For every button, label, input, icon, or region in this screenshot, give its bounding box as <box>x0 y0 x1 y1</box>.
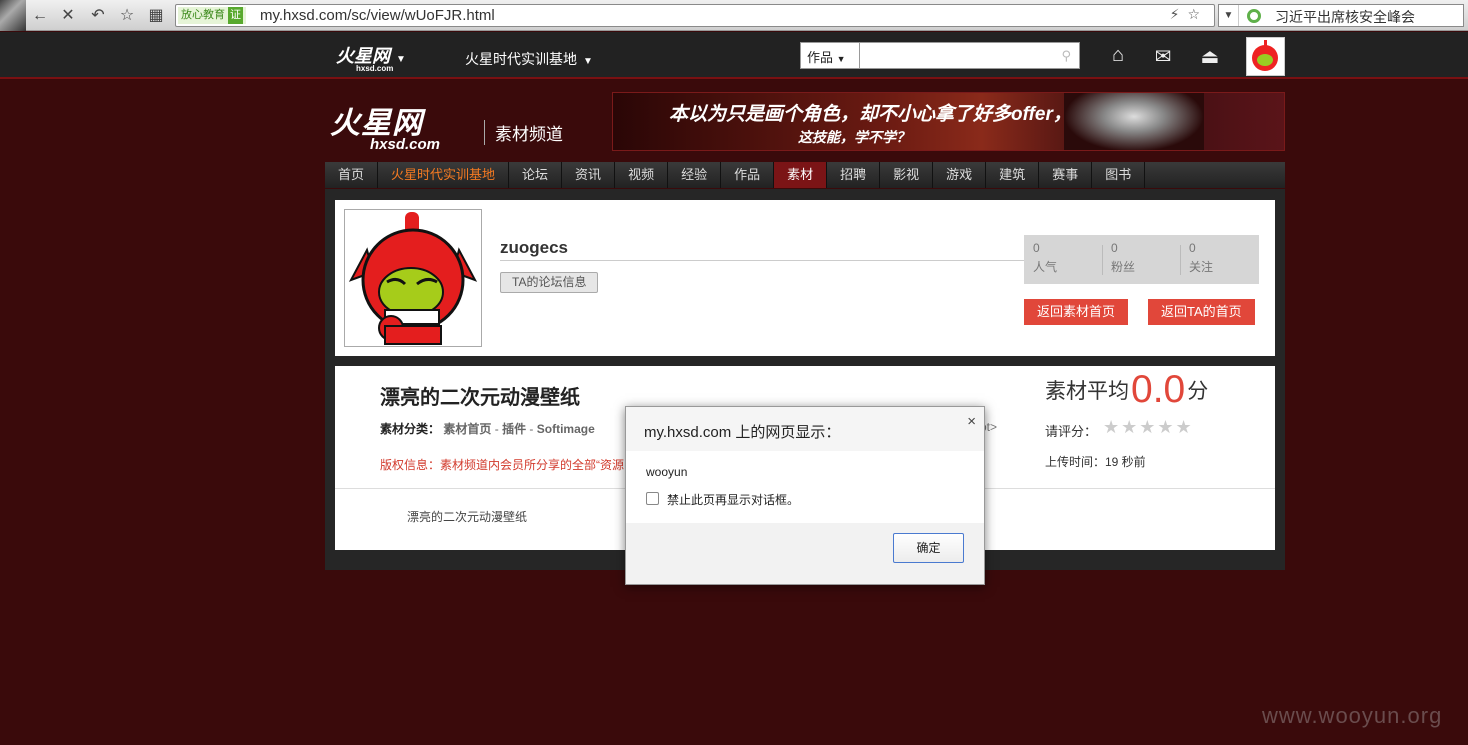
nav-item-news[interactable]: 资讯 <box>562 162 616 188</box>
undo-icon[interactable]: ↶ <box>88 6 108 26</box>
nav-item-jobs[interactable]: 招聘 <box>827 162 881 188</box>
chevron-down-icon[interactable]: ▼ <box>1219 5 1239 26</box>
stat-following[interactable]: 0 关注 <box>1180 241 1258 281</box>
nav-item-film[interactable]: 影视 <box>880 162 934 188</box>
user-avatar[interactable] <box>1246 37 1285 76</box>
site-logo[interactable]: 火星网 hxsd.com <box>330 98 440 153</box>
nav-item-forum[interactable]: 论坛 <box>509 162 563 188</box>
nav-item-material[interactable]: 素材 <box>774 162 828 188</box>
stats-box: 0 人气 0 粉丝 0 关注 <box>1024 235 1259 284</box>
suppress-dialogs-checkbox[interactable] <box>646 492 659 505</box>
alert-dialog: my.hxsd.com 上的网页显示： × wooyun 禁止此页再显示对话框。… <box>625 406 985 585</box>
username: zuogecs <box>500 238 569 257</box>
forum-info-button[interactable]: TA的论坛信息 <box>500 272 599 293</box>
banner-subtext: 这技能，学不学？ <box>798 129 910 145</box>
score-value: 0.0 <box>1131 368 1186 411</box>
apps-icon[interactable]: ▦ <box>146 6 166 26</box>
stat-popularity: 0 人气 <box>1024 241 1102 281</box>
profile-panel: zuogecs TA的论坛信息 0 人气 0 粉丝 0 关注 返回素材首页 返回… <box>335 200 1275 356</box>
stat-value: 0 <box>1111 241 1118 255</box>
base-link[interactable]: 火星时代实训基地 ▼ <box>465 49 593 69</box>
url-text[interactable]: my.hxsd.com/sc/view/wUoFJR.html <box>260 7 495 24</box>
back-icon[interactable]: ← <box>30 6 50 26</box>
mail-icon[interactable]: ✉ <box>1151 44 1175 69</box>
rate-label: 请评分： <box>1045 424 1098 439</box>
nav-item-video[interactable]: 视频 <box>615 162 669 188</box>
chevron-down-icon[interactable]: ▼ <box>583 56 593 67</box>
nav-item-books[interactable]: 图书 <box>1092 162 1146 188</box>
address-bar[interactable]: 放心教育证 my.hxsd.com/sc/view/wUoFJR.html ⚡☆ <box>175 4 1215 27</box>
search-engine-icon <box>1247 9 1261 23</box>
stat-label: 粉丝 <box>1111 260 1136 274</box>
dialog-message: wooyun <box>646 465 688 479</box>
chevron-down-icon[interactable]: ▼ <box>396 54 406 65</box>
upload-time: 上传时间：19 秒前 <box>1045 455 1146 469</box>
material-title: 漂亮的二次元动漫壁纸 <box>380 387 580 409</box>
stat-label: 关注 <box>1189 260 1214 274</box>
browser-toolbar: ← ✕ ↶ ☆ ▦ 放心教育证 my.hxsd.com/sc/view/wUoF… <box>0 0 1468 31</box>
copyright-notice: 版权信息：素材频道内会员所分享的全部“资源 <box>380 458 624 472</box>
bolt-star-icons[interactable]: ⚡☆ <box>1170 6 1208 23</box>
nav-item-contests[interactable]: 赛事 <box>1039 162 1093 188</box>
category-link-softimage[interactable]: Softimage <box>537 422 595 436</box>
suppress-dialogs-label[interactable]: 禁止此页再显示对话框。 <box>667 491 799 508</box>
news-text[interactable]: 习近平出席核安全峰会 <box>1275 7 1415 27</box>
close-icon[interactable]: × <box>967 413 976 430</box>
back-to-user-home-button[interactable]: 返回TA的首页 <box>1148 299 1255 325</box>
stat-value: 0 <box>1189 241 1196 255</box>
inbox-icon[interactable]: ⏏ <box>1198 44 1222 69</box>
secure-badge: 放心教育证 <box>178 7 246 24</box>
channel-title: 素材频道 <box>484 120 563 145</box>
category-link-plugin[interactable]: 插件 <box>502 422 526 436</box>
banner-figure <box>1064 93 1204 150</box>
star-icon[interactable]: ☆ <box>117 6 137 26</box>
banner-text: 本以为只是画个角色，却不小心拿了好多offer， <box>669 104 1072 125</box>
divider <box>500 260 1024 261</box>
rating-stars[interactable]: ★★★★★ <box>1103 417 1194 438</box>
site-topbar: 火星网 ▼ hxsd.com 火星时代实训基地 ▼ 作品 ▼ ⚲ ⌂ ✉ ⏏ <box>0 32 1468 79</box>
nav-item-games[interactable]: 游戏 <box>933 162 987 188</box>
stat-label: 人气 <box>1033 260 1058 274</box>
nav-item-works[interactable]: 作品 <box>721 162 775 188</box>
stop-icon[interactable]: ✕ <box>58 6 78 26</box>
home-icon[interactable]: ⌂ <box>1106 44 1130 67</box>
nav-item-architecture[interactable]: 建筑 <box>986 162 1040 188</box>
user-large-avatar[interactable] <box>344 209 482 347</box>
nav-item-home[interactable]: 首页 <box>325 162 379 188</box>
search-input[interactable]: ⚲ <box>860 42 1080 69</box>
nav-item-training[interactable]: 火星时代实训基地 <box>378 162 510 188</box>
category-label: 素材分类： <box>380 422 441 436</box>
category-link-home[interactable]: 素材首页 <box>443 422 491 436</box>
promo-banner[interactable]: 本以为只是画个角色，却不小心拿了好多offer， 这技能，学不学？ <box>612 92 1285 151</box>
ok-button[interactable]: 确定 <box>893 533 964 563</box>
topbar-logo[interactable]: 火星网 ▼ hxsd.com <box>336 42 406 73</box>
search-icon[interactable]: ⚲ <box>1061 48 1071 64</box>
stat-fans[interactable]: 0 粉丝 <box>1102 241 1180 281</box>
profile-avatar[interactable] <box>0 0 26 31</box>
main-nav: 首页 火星时代实训基地 论坛 资讯 视频 经验 作品 素材 招聘 影视 游戏 建… <box>325 162 1285 188</box>
stat-value: 0 <box>1033 241 1040 255</box>
nav-item-experience[interactable]: 经验 <box>668 162 722 188</box>
material-category: 素材分类： 素材首页 - 插件 - Softimage <box>380 422 595 436</box>
back-to-material-button[interactable]: 返回素材首页 <box>1024 299 1129 325</box>
news-box[interactable]: ▼ 习近平出席核安全峰会 <box>1218 4 1464 27</box>
search-category-select[interactable]: 作品 ▼ <box>800 42 860 69</box>
dialog-title: my.hxsd.com 上的网页显示： <box>644 424 841 441</box>
average-score: 素材平均0.0分 <box>1045 368 1209 411</box>
material-description: 漂亮的二次元动漫壁纸 <box>407 510 528 524</box>
watermark: www.wooyun.org <box>1262 703 1443 728</box>
